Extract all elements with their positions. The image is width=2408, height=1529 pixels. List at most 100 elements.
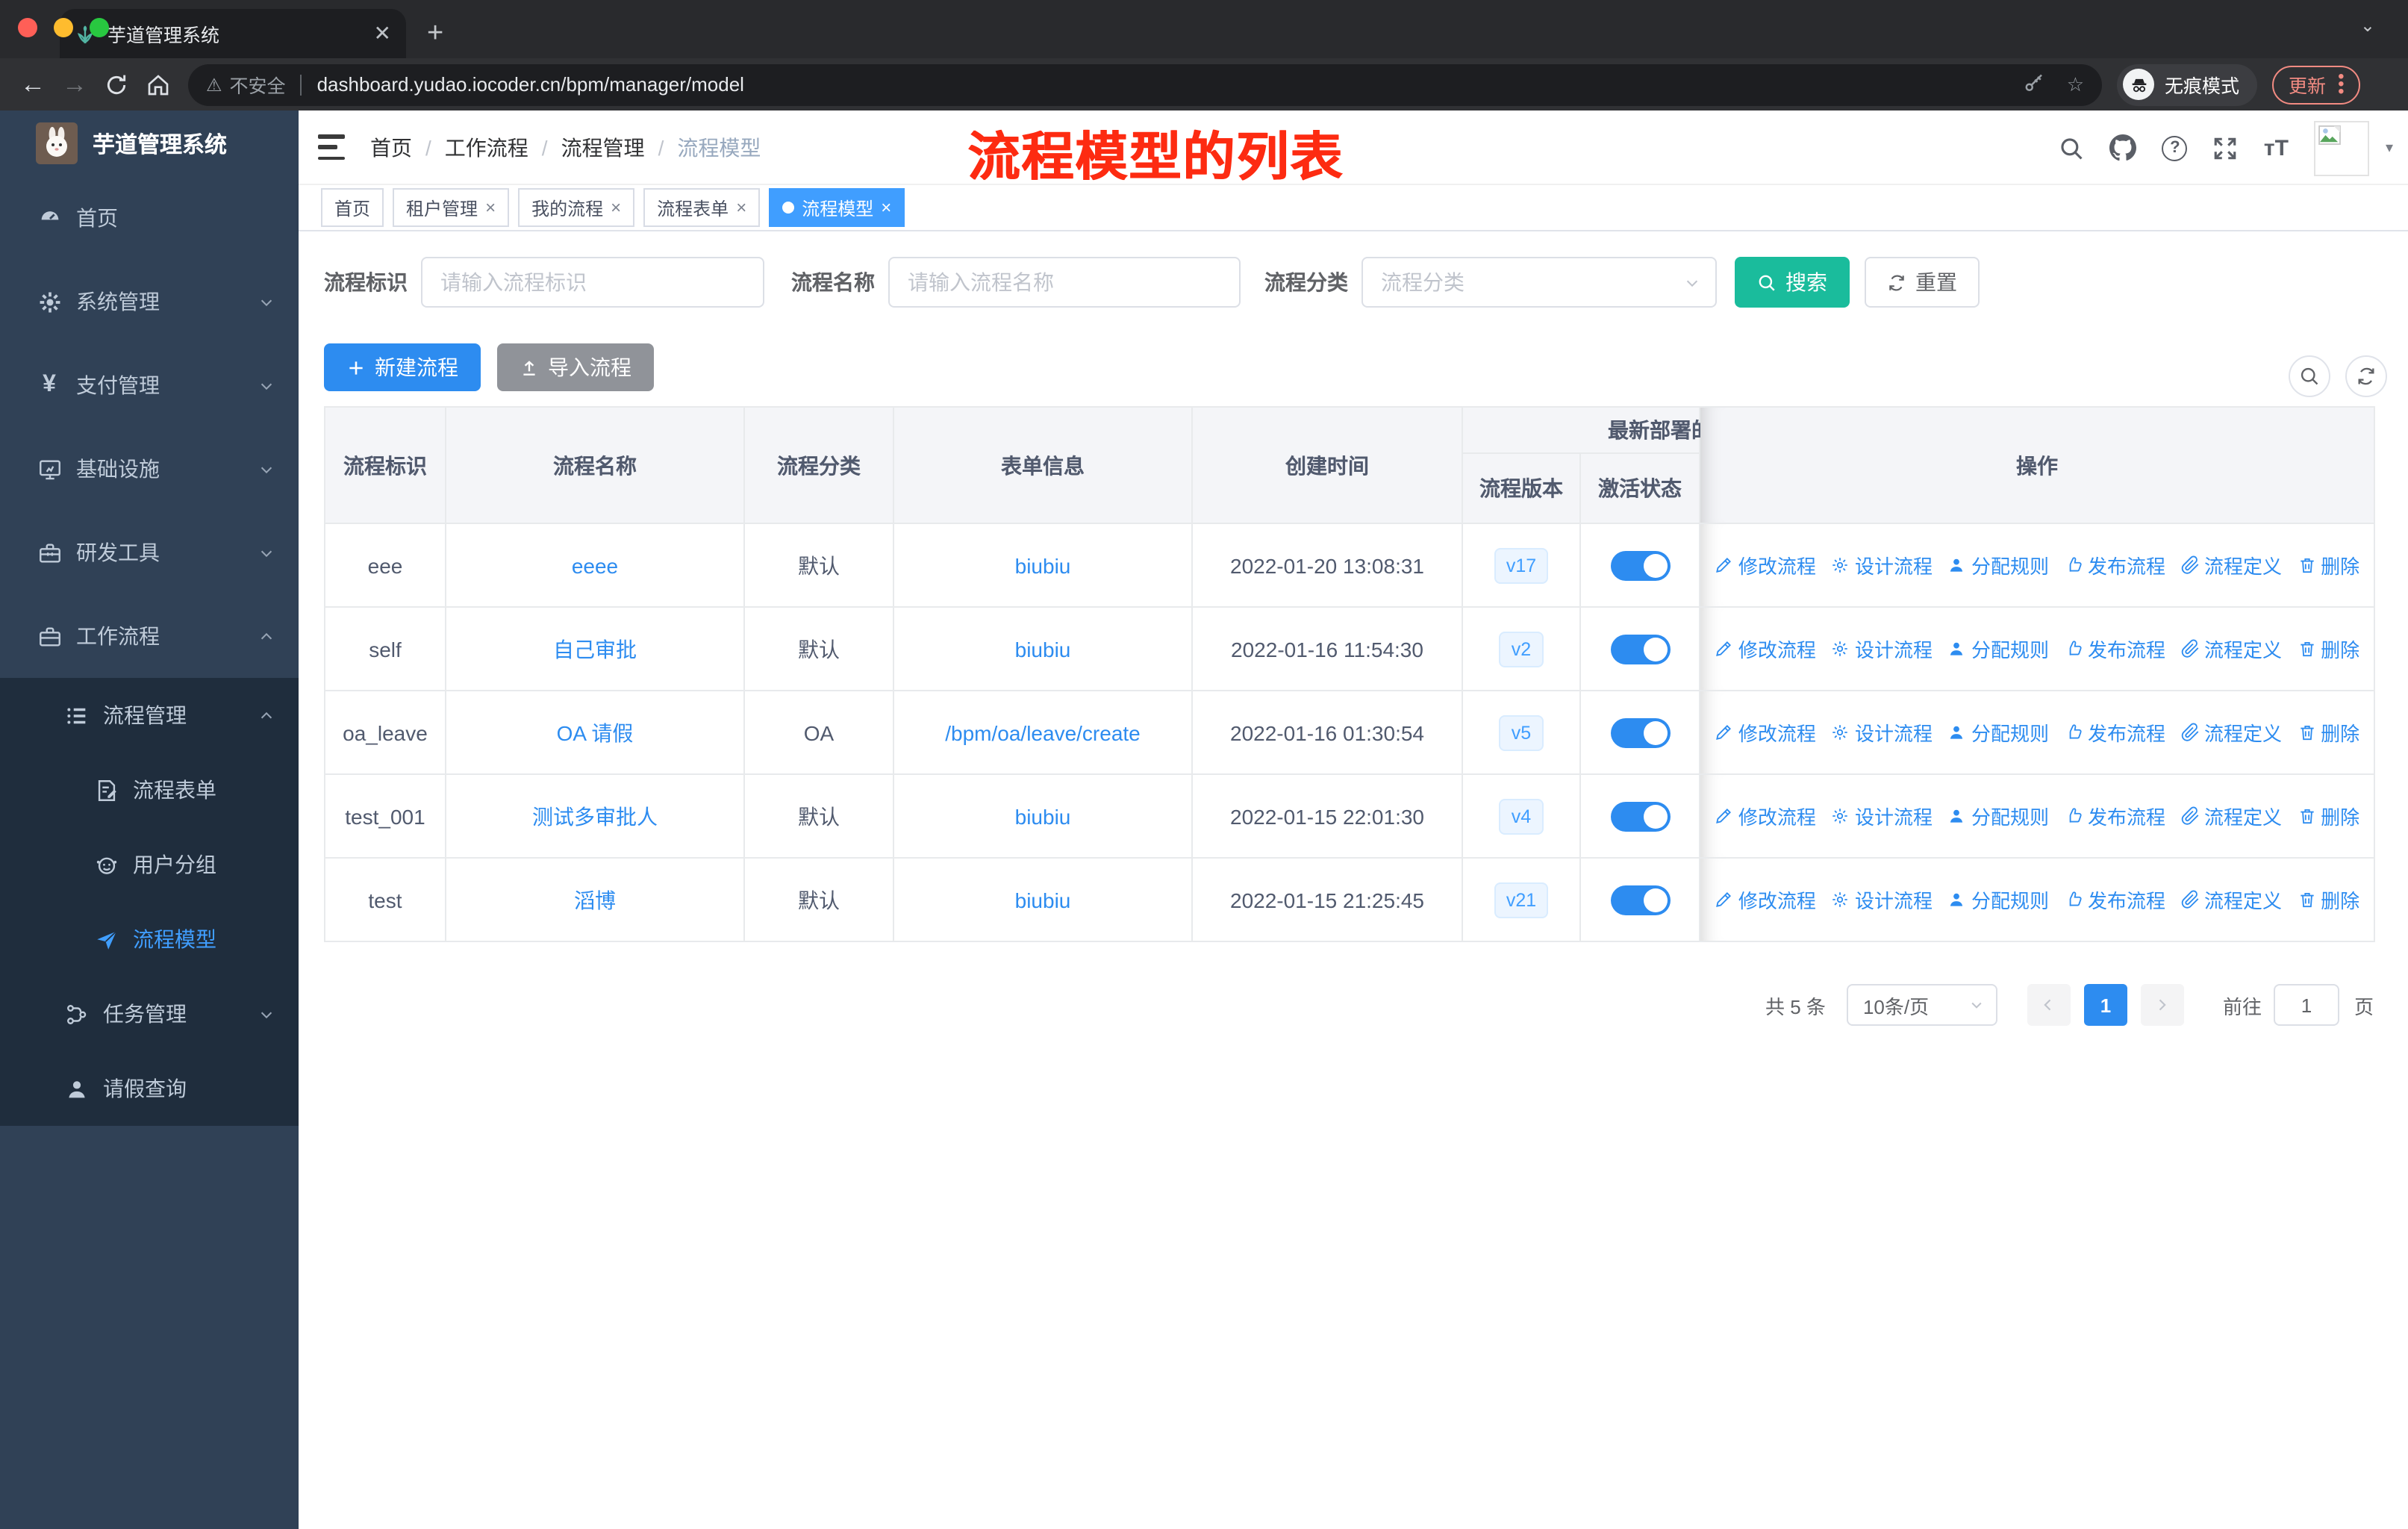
create-process-button[interactable]: 新建流程 — [324, 343, 481, 391]
form-info-link[interactable]: biubiu — [1015, 888, 1071, 912]
tag-close-icon[interactable]: × — [611, 197, 621, 218]
action-流程定义[interactable]: 流程定义 — [2180, 885, 2282, 914]
caret-down-icon[interactable]: ▾ — [2386, 140, 2393, 156]
action-流程定义[interactable]: 流程定义 — [2180, 802, 2282, 830]
bookmark-star-icon[interactable]: ☆ — [2067, 72, 2084, 96]
process-name-link[interactable]: eeee — [572, 553, 618, 577]
active-toggle[interactable] — [1610, 550, 1670, 580]
sidebar-item-研发工具[interactable]: 研发工具 — [0, 511, 299, 594]
action-发布流程[interactable]: 发布流程 — [2064, 718, 2165, 747]
action-删除[interactable]: 删除 — [2297, 885, 2359, 914]
sidebar-item-工作流程[interactable]: 工作流程 — [0, 594, 299, 678]
action-设计流程[interactable]: 设计流程 — [1831, 885, 1933, 914]
action-流程定义[interactable]: 流程定义 — [2180, 635, 2282, 663]
active-toggle[interactable] — [1610, 634, 1670, 664]
process-name-link[interactable]: 滔博 — [574, 888, 616, 912]
form-info-link[interactable]: biubiu — [1015, 553, 1071, 577]
tag-我的流程[interactable]: 我的流程 × — [518, 188, 635, 227]
fullscreen-icon[interactable] — [2213, 135, 2239, 161]
tag-首页[interactable]: 首页 — [321, 188, 384, 227]
current-page-button[interactable]: 1 — [2083, 984, 2127, 1026]
url-bar[interactable]: ⚠ 不安全 dashboard.yudao.iocoder.cn/bpm/man… — [188, 63, 2102, 105]
form-info-link[interactable]: biubiu — [1015, 637, 1071, 661]
action-分配规则[interactable]: 分配规则 — [1947, 635, 2049, 663]
tag-流程表单[interactable]: 流程表单 × — [643, 188, 761, 227]
action-修改流程[interactable]: 修改流程 — [1715, 802, 1816, 830]
page-size-select[interactable]: 10条/页 — [1846, 984, 1997, 1026]
process-name-link[interactable]: 测试多审批人 — [532, 804, 658, 828]
action-修改流程[interactable]: 修改流程 — [1715, 551, 1816, 579]
tab-search-chevron-icon[interactable]: ⌄ — [2360, 15, 2375, 36]
breadcrumb-item[interactable]: 流程管理 — [561, 133, 645, 163]
show-search-button[interactable] — [2289, 355, 2330, 397]
close-window-button[interactable] — [18, 18, 37, 37]
action-发布流程[interactable]: 发布流程 — [2064, 551, 2165, 579]
browser-menu-icon[interactable]: • • • — [2338, 67, 2344, 100]
back-icon[interactable]: ← — [12, 63, 54, 105]
action-流程定义[interactable]: 流程定义 — [2180, 718, 2282, 747]
sidebar-item-流程模型[interactable]: 流程模型 — [0, 902, 299, 977]
action-删除[interactable]: 删除 — [2297, 718, 2359, 747]
tag-close-icon[interactable]: × — [736, 197, 746, 218]
font-size-icon[interactable]: ᴛT — [2264, 135, 2289, 161]
sidebar-logo-row[interactable]: 芋道管理系统 — [0, 110, 299, 176]
version-tag[interactable]: v5 — [1499, 714, 1544, 750]
action-修改流程[interactable]: 修改流程 — [1715, 718, 1816, 747]
filter-input-流程标识[interactable] — [421, 257, 764, 308]
sidebar-item-任务管理[interactable]: 任务管理 — [0, 977, 299, 1051]
tag-close-icon[interactable]: × — [485, 197, 496, 218]
filter-select-流程分类[interactable]: 流程分类 — [1361, 257, 1717, 308]
sidebar-item-流程管理[interactable]: 流程管理 — [0, 678, 299, 753]
security-label[interactable]: 不安全 — [230, 70, 286, 99]
breadcrumb-item[interactable]: 工作流程 — [445, 133, 528, 163]
github-icon[interactable] — [2109, 134, 2137, 161]
key-icon[interactable] — [2024, 73, 2046, 96]
minimize-window-button[interactable] — [54, 18, 73, 37]
tag-租户管理[interactable]: 租户管理 × — [393, 188, 510, 227]
action-设计流程[interactable]: 设计流程 — [1831, 802, 1933, 830]
forward-icon[interactable]: → — [54, 63, 96, 105]
action-设计流程[interactable]: 设计流程 — [1831, 551, 1933, 579]
active-toggle[interactable] — [1610, 801, 1670, 831]
reset-button[interactable]: 重置 — [1865, 257, 1980, 308]
home-icon[interactable] — [137, 63, 179, 105]
action-发布流程[interactable]: 发布流程 — [2064, 802, 2165, 830]
tab-close-icon[interactable]: ✕ — [374, 21, 391, 46]
version-tag[interactable]: v4 — [1499, 798, 1544, 834]
search-button[interactable]: 搜索 — [1735, 257, 1850, 308]
action-修改流程[interactable]: 修改流程 — [1715, 635, 1816, 663]
sidebar-item-流程表单[interactable]: 流程表单 — [0, 753, 299, 827]
version-tag[interactable]: v21 — [1494, 882, 1549, 918]
action-发布流程[interactable]: 发布流程 — [2064, 635, 2165, 663]
action-设计流程[interactable]: 设计流程 — [1831, 718, 1933, 747]
tag-流程模型[interactable]: 流程模型 × — [769, 188, 905, 227]
url-text[interactable]: dashboard.yudao.iocoder.cn/bpm/manager/m… — [317, 73, 744, 96]
breadcrumb-item[interactable]: 首页 — [370, 133, 412, 163]
action-删除[interactable]: 删除 — [2297, 802, 2359, 830]
form-info-link[interactable]: /bpm/oa/leave/create — [945, 720, 1141, 744]
next-page-button[interactable] — [2140, 984, 2184, 1026]
sidebar-item-请假查询[interactable]: 请假查询 — [0, 1051, 299, 1126]
import-process-button[interactable]: 导入流程 — [497, 343, 654, 391]
sidebar-toggle-icon[interactable] — [318, 134, 345, 160]
action-分配规则[interactable]: 分配规则 — [1947, 718, 2049, 747]
action-修改流程[interactable]: 修改流程 — [1715, 885, 1816, 914]
version-tag[interactable]: v17 — [1494, 547, 1549, 583]
form-info-link[interactable]: biubiu — [1015, 804, 1071, 828]
process-name-link[interactable]: OA 请假 — [557, 720, 634, 744]
action-删除[interactable]: 删除 — [2297, 635, 2359, 663]
update-button[interactable]: 更新 • • • — [2272, 65, 2361, 104]
action-分配规则[interactable]: 分配规则 — [1947, 802, 2049, 830]
process-name-link[interactable]: 自己审批 — [553, 637, 637, 661]
action-分配规则[interactable]: 分配规则 — [1947, 551, 2049, 579]
sidebar-item-基础设施[interactable]: 基础设施 — [0, 427, 299, 511]
sidebar-item-用户分组[interactable]: 用户分组 — [0, 827, 299, 902]
browser-tab[interactable]: 芋道管理系统 ✕ — [60, 9, 406, 58]
filter-input-流程名称[interactable] — [888, 257, 1241, 308]
action-发布流程[interactable]: 发布流程 — [2064, 885, 2165, 914]
reload-icon[interactable] — [96, 63, 137, 105]
sidebar-item-支付管理[interactable]: ¥ 支付管理 — [0, 343, 299, 427]
goto-page-input[interactable] — [2273, 984, 2339, 1026]
refresh-table-button[interactable] — [2345, 355, 2387, 397]
help-icon[interactable]: ? — [2162, 135, 2188, 161]
